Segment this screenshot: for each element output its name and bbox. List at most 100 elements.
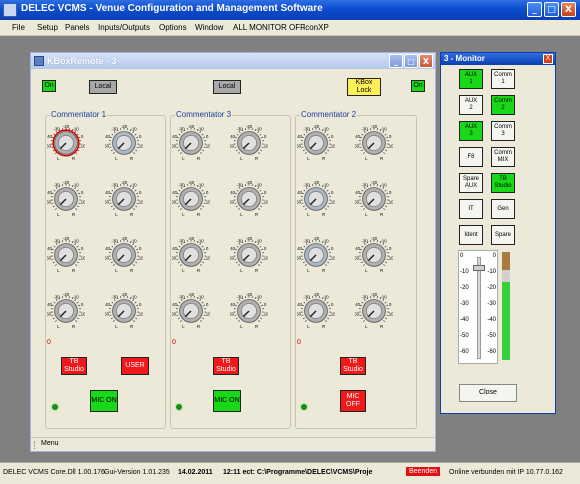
volume-knob[interactable]: -30-20-10 -40 0 -50 10 L R bbox=[230, 235, 268, 273]
mic-on-button[interactable]: MIC ON bbox=[213, 390, 241, 412]
monitor-close-button[interactable]: Close bbox=[459, 384, 517, 402]
knob-scale-label: -10 bbox=[255, 295, 262, 300]
volume-knob[interactable]: -30-20-10 -40 0 -50 10 L R bbox=[105, 291, 143, 329]
monitor-source-button[interactable]: Ident bbox=[459, 225, 483, 245]
monitor-source-button[interactable]: Spare AUX bbox=[459, 173, 483, 193]
volume-knob[interactable]: -30-20-10 -40 0 -50 10 L R bbox=[105, 235, 143, 273]
knob-scale-label: -30 bbox=[178, 183, 185, 188]
volume-knob[interactable]: -30-20-10 -40 0 -50 10 L R bbox=[230, 291, 268, 329]
monitor-level-fader[interactable]: 0 0 -10 -10 -20 -20 -30 -30 -40 -40 -50 -50 -60 -60 bbox=[458, 250, 498, 364]
knob-scale-label: -40 bbox=[47, 302, 53, 307]
menu-setup[interactable]: Setup bbox=[37, 23, 58, 32]
local-mid-button[interactable]: Local bbox=[213, 80, 241, 94]
knob-end-label: R bbox=[322, 156, 325, 161]
volume-knob[interactable]: -30-20-10 -40 0 -50 10 L R bbox=[105, 123, 143, 161]
volume-knob[interactable]: -30-20-10 -40 0 -50 10 L R bbox=[355, 123, 393, 161]
kbox-maximize-button[interactable]: □ bbox=[404, 54, 418, 68]
fader-thumb[interactable] bbox=[473, 265, 485, 271]
minimize-button[interactable]: _ bbox=[527, 2, 542, 17]
volume-knob[interactable]: -30-20-10 -40 0 -50 10 L R bbox=[47, 123, 85, 161]
tb-studio-button[interactable]: TB Studio bbox=[213, 357, 239, 375]
volume-knob[interactable]: -30-20-10 -40 0 -50 10 L R bbox=[47, 235, 85, 273]
knob-scale-label: 10 bbox=[264, 200, 268, 205]
mic-off-button[interactable]: MIC OFF bbox=[340, 390, 366, 412]
mic-on-button[interactable]: MIC ON bbox=[90, 390, 118, 412]
tb-studio-button[interactable]: TB Studio bbox=[61, 357, 87, 375]
volume-knob[interactable]: -30-20-10 -40 0 -50 10 L R bbox=[297, 291, 335, 329]
volume-knob[interactable]: -30-20-10 -40 0 -50 10 L R bbox=[172, 235, 210, 273]
monitor-source-button[interactable]: Spare bbox=[491, 225, 515, 245]
knob-scale-label: 10 bbox=[81, 312, 85, 317]
monitor-source-button[interactable]: Comm 1 bbox=[491, 69, 515, 89]
menu-iconxp[interactable]: IconXP bbox=[303, 23, 329, 32]
knob-scale-label: -20 bbox=[313, 124, 320, 129]
knob-scale-label: -40 bbox=[297, 190, 303, 195]
knob-end-label: R bbox=[322, 212, 325, 217]
monitor-source-button[interactable]: AUX 1 bbox=[459, 69, 483, 89]
grip-handle bbox=[34, 441, 36, 449]
monitor-source-button[interactable]: TB Studio bbox=[491, 173, 515, 193]
monitor-source-button[interactable]: Comm 3 bbox=[491, 121, 515, 141]
volume-knob[interactable]: -30-20-10 -40 0 -50 10 L R bbox=[47, 291, 85, 329]
knob-scale-label: -30 bbox=[53, 239, 60, 244]
knob-end-label: L bbox=[57, 212, 60, 217]
knob-end-label: L bbox=[365, 324, 368, 329]
volume-knob[interactable]: -30-20-10 -40 0 -50 10 L R bbox=[172, 291, 210, 329]
volume-knob[interactable]: -30-20-10 -40 0 -50 10 L R bbox=[297, 235, 335, 273]
knob-scale-label: -50 bbox=[230, 144, 235, 149]
knob-end-label: L bbox=[115, 268, 118, 273]
maximize-button[interactable]: □ bbox=[544, 2, 559, 17]
menu-window[interactable]: Window bbox=[195, 23, 223, 32]
monitor-source-button[interactable]: Comm 2 bbox=[491, 95, 515, 115]
kbox-close-button[interactable]: X bbox=[419, 54, 433, 68]
knob-scale-label: -10 bbox=[322, 295, 329, 300]
menu-all-monitor-off[interactable]: ALL MONITOR OFF bbox=[233, 23, 305, 32]
knob-scale-label: -20 bbox=[371, 292, 378, 297]
knob-scale-label: 0 bbox=[264, 246, 267, 251]
knob-scale-label: -40 bbox=[355, 246, 361, 251]
volume-knob[interactable]: -30-20-10 -40 0 -50 10 L R bbox=[230, 179, 268, 217]
volume-knob[interactable]: -30-20-10 -40 0 -50 10 L R bbox=[47, 179, 85, 217]
volume-knob[interactable]: -30-20-10 -40 0 -50 10 L R bbox=[172, 179, 210, 217]
monitor-source-button[interactable]: IT bbox=[459, 199, 483, 219]
knob-scale-label: -40 bbox=[172, 246, 178, 251]
monitor-source-button[interactable]: F8 bbox=[459, 147, 483, 167]
user-button[interactable]: USER bbox=[121, 357, 149, 375]
on-left-button[interactable]: On bbox=[42, 80, 56, 92]
menu-file[interactable]: File bbox=[12, 23, 25, 32]
kbox-minimize-button[interactable]: _ bbox=[389, 54, 403, 68]
menu-label[interactable]: Menu bbox=[41, 440, 59, 447]
beenden-button[interactable]: Beenden bbox=[406, 467, 441, 476]
knob-scale-label: -40 bbox=[230, 302, 236, 307]
volume-knob[interactable]: -30-20-10 -40 0 -50 10 L R bbox=[297, 123, 335, 161]
knob-end-label: R bbox=[255, 212, 258, 217]
volume-knob[interactable]: -30-20-10 -40 0 -50 10 L R bbox=[230, 123, 268, 161]
monitor-source-button[interactable]: AUX 3 bbox=[459, 121, 483, 141]
monitor-source-button[interactable]: AUX 2 bbox=[459, 95, 483, 115]
on-right-button[interactable]: On bbox=[411, 80, 425, 92]
volume-knob[interactable]: -30-20-10 -40 0 -50 10 L R bbox=[172, 123, 210, 161]
kbox-lock-button[interactable]: KBox Lock bbox=[347, 78, 381, 96]
close-button[interactable]: X bbox=[561, 2, 576, 17]
tb-studio-button[interactable]: TB Studio bbox=[340, 357, 366, 375]
knob-scale-label: -40 bbox=[172, 190, 178, 195]
monitor-source-button[interactable]: Comm MIX bbox=[491, 147, 515, 167]
window-icon bbox=[34, 56, 44, 66]
volume-knob[interactable]: -30-20-10 -40 0 -50 10 L R bbox=[105, 179, 143, 217]
monitor-source-button[interactable]: Gen bbox=[491, 199, 515, 219]
knob-scale-label: -30 bbox=[178, 127, 185, 132]
knob-scale-label: 0 bbox=[389, 190, 392, 195]
volume-knob[interactable]: -30-20-10 -40 0 -50 10 L R bbox=[355, 291, 393, 329]
local-left-button[interactable]: Local bbox=[89, 80, 117, 94]
menu-panels[interactable]: Panels bbox=[65, 23, 89, 32]
menu-inputs-outputs[interactable]: Inputs/Outputs bbox=[98, 23, 150, 32]
volume-knob[interactable]: -30-20-10 -40 0 -50 10 L R bbox=[355, 179, 393, 217]
volume-knob[interactable]: -30-20-10 -40 0 -50 10 L R bbox=[355, 235, 393, 273]
knob-scale-label: -50 bbox=[105, 256, 110, 261]
knob-scale-label: -40 bbox=[297, 134, 303, 139]
menu-options[interactable]: Options bbox=[159, 23, 187, 32]
volume-knob[interactable]: -30-20-10 -40 0 -50 10 L R bbox=[297, 179, 335, 217]
monitor-close-icon[interactable]: X bbox=[543, 54, 553, 64]
knob-scale-label: -20 bbox=[246, 236, 253, 241]
monitor-title: 3 - Monitor bbox=[444, 54, 485, 63]
